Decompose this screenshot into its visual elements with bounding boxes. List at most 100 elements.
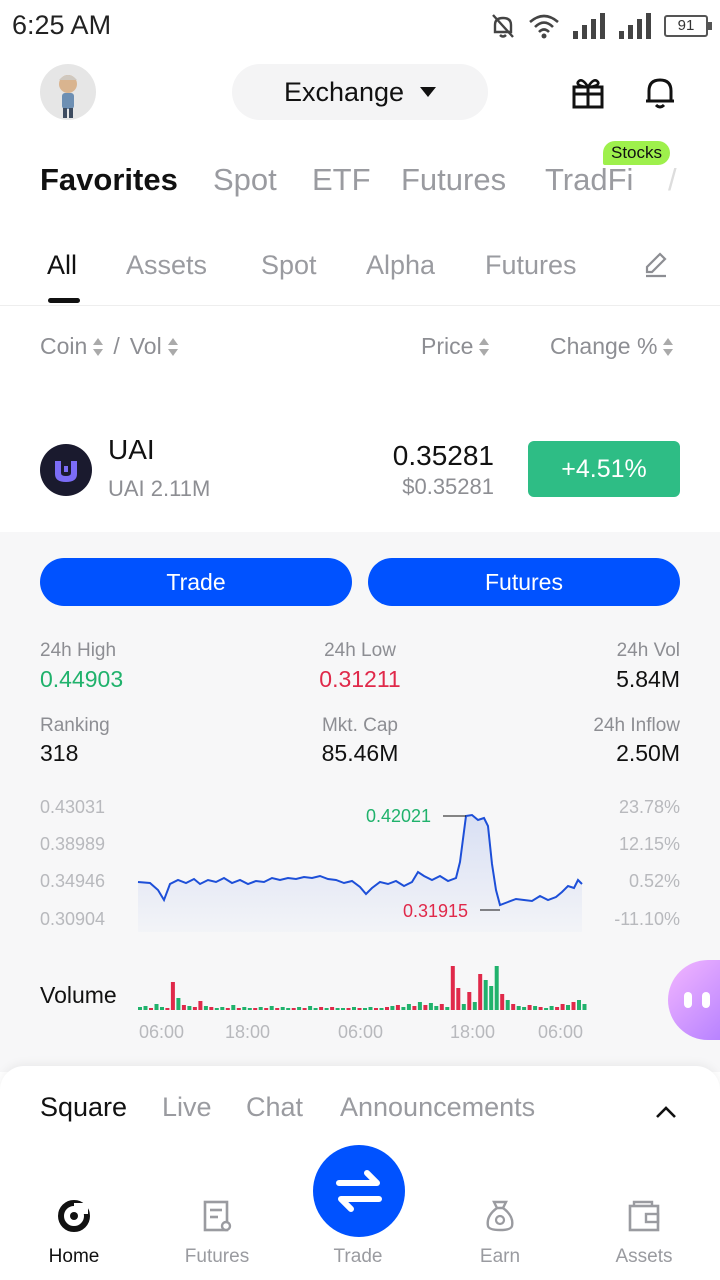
volume-bar — [533, 1006, 538, 1010]
volume-bar — [209, 1007, 214, 1010]
subtab-assets[interactable]: Assets — [126, 250, 207, 281]
volume-bar — [456, 988, 461, 1010]
volume-bar — [428, 1003, 433, 1010]
volume-bar — [472, 1002, 477, 1010]
volume-bar — [225, 1008, 230, 1010]
nav-home[interactable]: Home — [14, 1190, 134, 1280]
chevron-down-icon — [420, 87, 437, 97]
trade-fab-button[interactable] — [313, 1145, 405, 1237]
volume-bar — [549, 1006, 554, 1010]
volume-bar — [269, 1006, 274, 1010]
stat-vol-label: 24h Vol — [616, 640, 680, 661]
coin-row[interactable]: UAI UAI 2.11M 0.35281 $0.35281 +4.51% — [0, 410, 720, 532]
volume-bar — [527, 1005, 532, 1010]
volume-bar — [516, 1006, 521, 1010]
volume-bar — [379, 1008, 384, 1010]
volume-bar — [483, 980, 488, 1010]
column-coin-vol[interactable]: Coin / Vol — [40, 333, 178, 360]
futures-icon — [203, 1200, 232, 1232]
signal-icon-2 — [619, 13, 651, 39]
volume-bar — [538, 1007, 543, 1010]
nav-earn-label: Earn — [479, 1246, 521, 1267]
nav-assets[interactable]: Assets — [584, 1190, 704, 1280]
volume-bar — [335, 1008, 340, 1010]
column-change-label: Change % — [550, 333, 658, 359]
volume-bar — [214, 1008, 219, 1010]
volume-bar — [170, 982, 175, 1010]
column-price-label: Price — [421, 333, 474, 359]
subtab-all[interactable]: All — [47, 250, 77, 281]
time-tick: 18:00 — [450, 1022, 496, 1042]
chart-high-marker: 0.42021 — [366, 806, 432, 826]
volume-bar — [571, 1002, 576, 1010]
tab-tradfi[interactable]: TradFi — [545, 162, 633, 198]
exchange-label: Exchange — [283, 76, 405, 107]
feed-tab-announcements[interactable]: Announcements — [340, 1092, 535, 1123]
volume-bar — [160, 1007, 164, 1010]
volume-bar — [297, 1007, 302, 1010]
battery-indicator: 91 — [664, 15, 712, 37]
volume-bar — [236, 1008, 241, 1010]
coin-price-usd: $0.35281 — [402, 474, 494, 499]
volume-bar — [582, 1004, 587, 1010]
subtab-alpha[interactable]: Alpha — [366, 250, 435, 281]
volume-bar — [450, 966, 455, 1010]
time-tick: 06:00 — [338, 1022, 384, 1042]
volume-bar — [313, 1008, 318, 1010]
nav-home-label: Home — [48, 1246, 100, 1267]
volume-bar — [247, 1008, 252, 1010]
stat-low-label: 24h Low — [324, 640, 396, 661]
volume-bar — [385, 1007, 389, 1010]
volume-bar — [143, 1006, 148, 1010]
swap-arrows-icon — [336, 1170, 382, 1212]
column-change[interactable]: Change % — [550, 333, 674, 360]
volume-bar — [280, 1007, 285, 1010]
bell-icon[interactable] — [642, 74, 678, 110]
chevron-up-icon[interactable] — [654, 1100, 678, 1124]
feed-tab-square[interactable]: Square — [40, 1092, 127, 1123]
stat-cap-value: 85.46M — [321, 740, 399, 766]
tab-futures[interactable]: Futures — [401, 162, 506, 198]
feed-tab-chat[interactable]: Chat — [246, 1092, 303, 1123]
volume-bar — [434, 1006, 439, 1010]
edit-icon[interactable] — [642, 250, 670, 278]
feed-tab-live[interactable]: Live — [162, 1092, 212, 1123]
sort-icon — [663, 337, 674, 356]
bubble-eye-icon — [702, 992, 710, 1008]
exchange-dropdown[interactable]: Exchange — [232, 64, 488, 120]
futures-button[interactable]: Futures — [368, 558, 680, 606]
trade-button[interactable]: Trade — [40, 558, 352, 606]
volume-bar — [522, 1007, 527, 1010]
volume-bar — [341, 1008, 345, 1010]
volume-bar — [258, 1007, 263, 1010]
volume-bar — [187, 1006, 192, 1010]
coin-price: 0.35281 — [392, 440, 494, 471]
sub-tabs: All Assets Spot Alpha Futures — [0, 236, 720, 306]
volume-bar — [417, 1002, 422, 1010]
volume-bar — [154, 1004, 159, 1010]
volume-bar — [494, 966, 499, 1010]
bubble-eye-icon — [684, 992, 692, 1008]
volume-bar — [176, 998, 181, 1010]
change-percent-badge[interactable]: +4.51% — [528, 441, 680, 497]
volume-bar — [242, 1007, 247, 1010]
tab-etf[interactable]: ETF — [312, 162, 371, 198]
subtab-futures[interactable]: Futures — [485, 250, 577, 281]
volume-bar — [544, 1008, 549, 1010]
volume-bar — [555, 1007, 560, 1010]
volume-bar — [352, 1007, 356, 1010]
nav-earn[interactable]: Earn — [440, 1190, 560, 1280]
nav-futures[interactable]: Futures — [157, 1190, 277, 1280]
tab-spot[interactable]: Spot — [213, 162, 277, 198]
column-price[interactable]: Price — [421, 333, 490, 360]
coin-volume: UAI 2.11M — [108, 476, 211, 501]
volume-bar — [253, 1008, 258, 1010]
subtab-spot[interactable]: Spot — [261, 250, 317, 281]
coin-detail-panel: Trade Futures 24h High 0.44903 24h Low 0… — [0, 532, 720, 1072]
avatar[interactable] — [40, 64, 96, 120]
uai-logo-icon — [40, 444, 92, 496]
stocks-badge: Stocks — [603, 141, 671, 165]
sparkline-area — [138, 815, 582, 932]
gift-icon[interactable] — [570, 74, 606, 110]
tab-favorites[interactable]: Favorites — [40, 162, 178, 198]
